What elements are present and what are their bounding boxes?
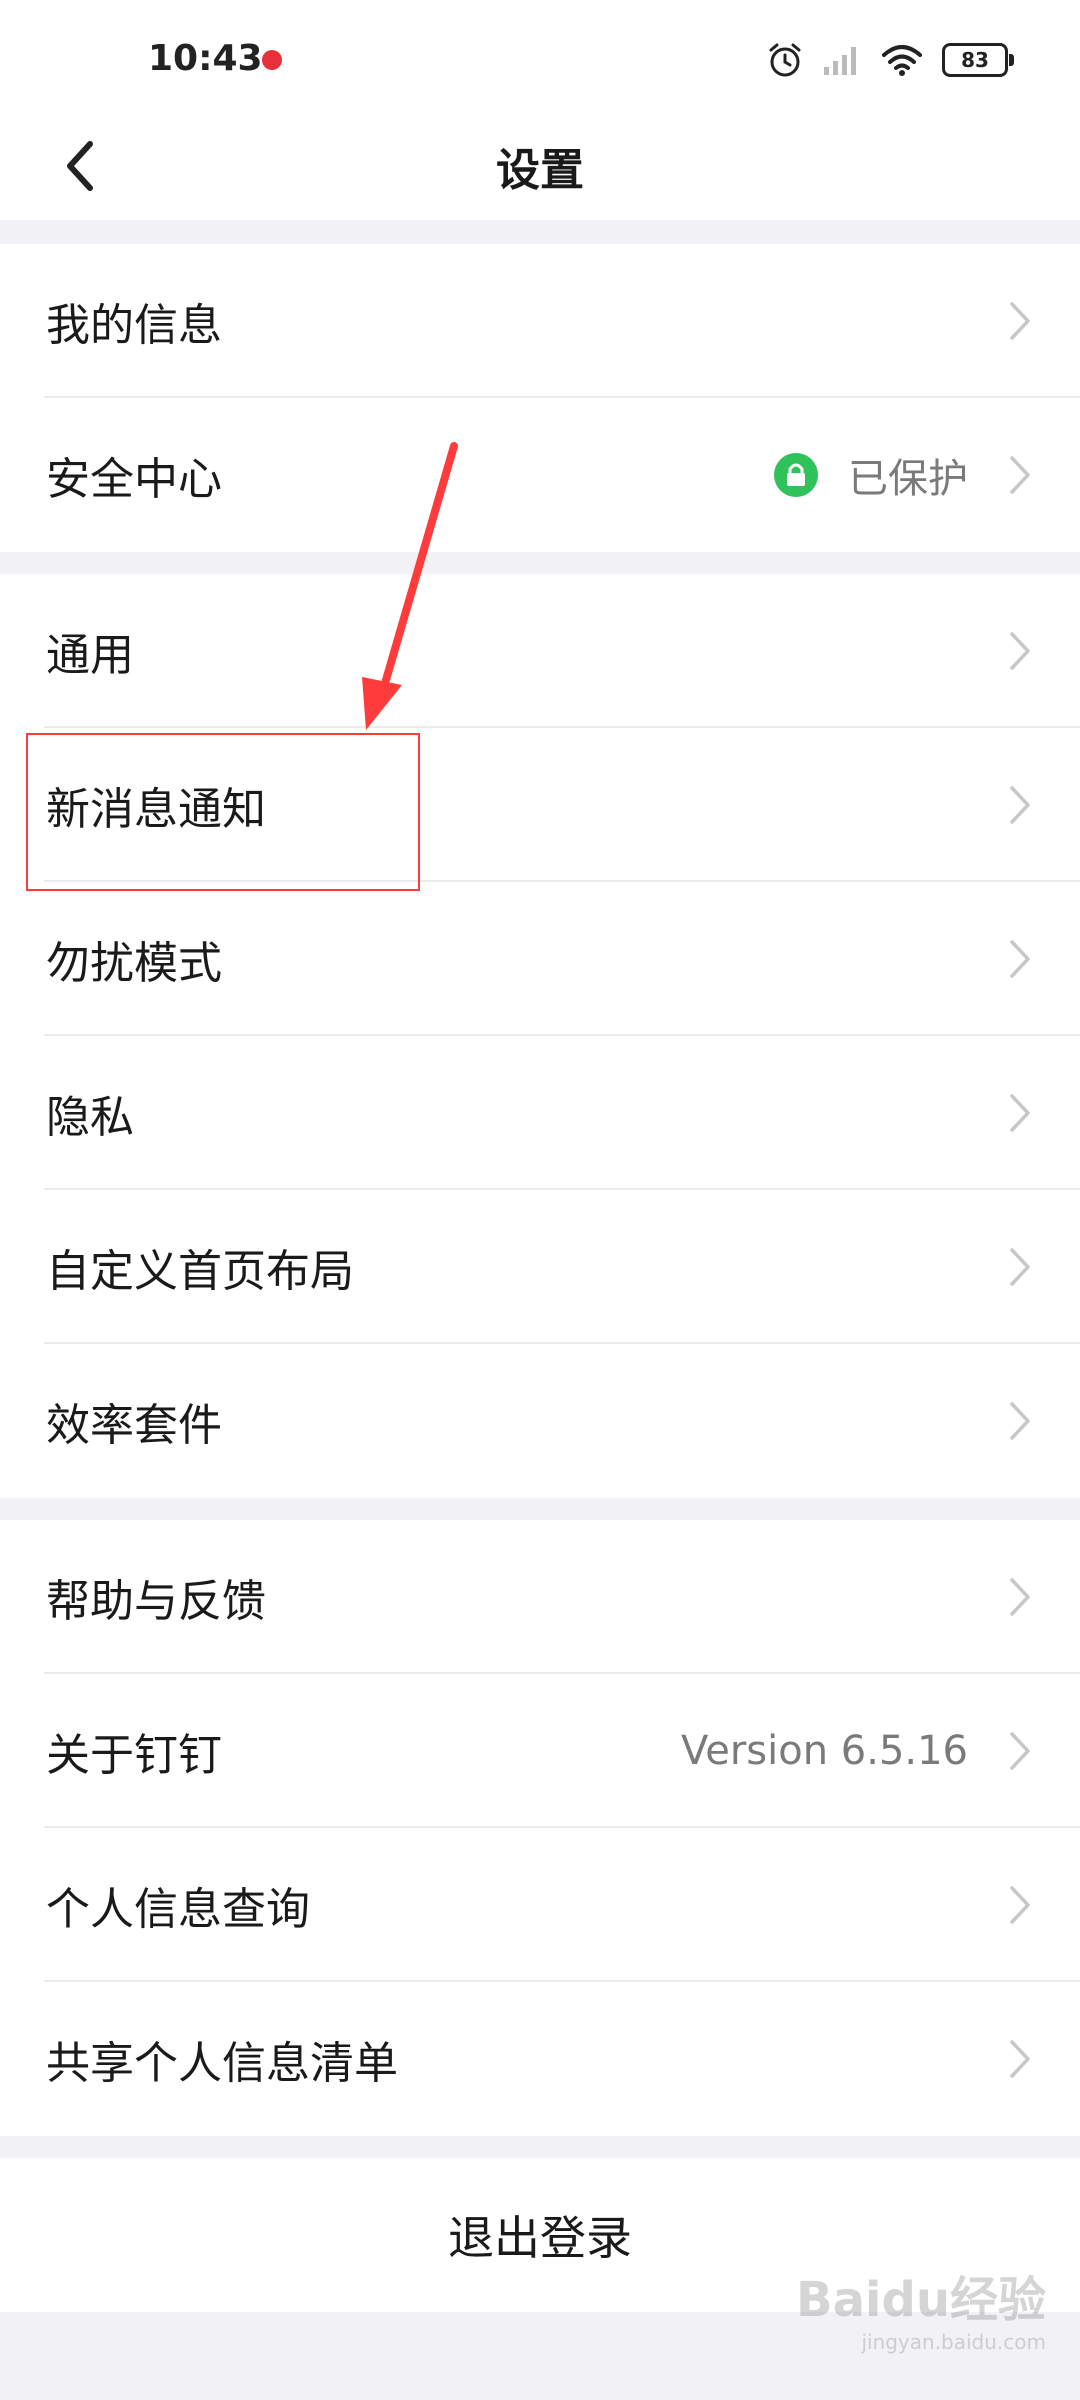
watermark: Baidu经验 jingyan.baidu.com xyxy=(796,2260,1046,2354)
row-label: 隐私 xyxy=(46,1092,134,1143)
alarm-icon xyxy=(769,43,801,77)
row-label: 勿扰模式 xyxy=(46,938,222,989)
chevron-right-icon xyxy=(1010,632,1030,670)
status-time: 10:43 xyxy=(148,38,263,79)
settings-group-account: 我的信息 安全中心 已保护 xyxy=(0,244,1080,552)
status-bar: 10:43 83 xyxy=(0,0,1080,110)
notification-dot-icon xyxy=(262,50,282,70)
row-label: 效率套件 xyxy=(46,1400,222,1451)
wifi-icon xyxy=(882,45,922,76)
row-label: 共享个人信息清单 xyxy=(46,2038,398,2089)
chevron-right-icon xyxy=(1010,940,1030,978)
chevron-right-icon xyxy=(1010,302,1030,340)
row-personal-info-query[interactable]: 个人信息查询 xyxy=(0,1828,1080,1982)
security-status: 已保护 xyxy=(848,456,968,502)
chevron-right-icon xyxy=(1010,1094,1030,1132)
battery-level: 83 xyxy=(961,48,989,72)
row-about-dingtalk[interactable]: 关于钉钉 Version 6.5.16 xyxy=(0,1674,1080,1828)
row-label: 通用 xyxy=(46,630,134,681)
chevron-right-icon xyxy=(1010,1402,1030,1440)
row-privacy[interactable]: 隐私 xyxy=(0,1036,1080,1190)
status-icons: 83 xyxy=(766,38,1014,82)
chevron-right-icon xyxy=(1010,786,1030,824)
chevron-right-icon xyxy=(1010,1886,1030,1924)
settings-group-about: 帮助与反馈 关于钉钉 Version 6.5.16 个人信息查询 共享个人信息清… xyxy=(0,1520,1080,2136)
lock-icon xyxy=(774,453,818,497)
version-label: Version 6.5.16 xyxy=(680,1728,968,1774)
chevron-right-icon xyxy=(1010,1732,1030,1770)
page-title: 设置 xyxy=(496,145,584,196)
settings-group-main: 通用 新消息通知 勿扰模式 隐私 自定义首页布局 效率套件 xyxy=(0,574,1080,1498)
row-my-info[interactable]: 我的信息 xyxy=(0,244,1080,398)
chevron-right-icon xyxy=(1010,456,1030,494)
battery-icon: 83 xyxy=(942,43,1014,77)
watermark-main: Baidu经验 xyxy=(796,2272,1046,2328)
annotation-highlight-box xyxy=(26,733,420,891)
row-label: 个人信息查询 xyxy=(46,1884,310,1935)
row-general[interactable]: 通用 xyxy=(0,574,1080,728)
row-help-feedback[interactable]: 帮助与反馈 xyxy=(0,1520,1080,1674)
row-label: 我的信息 xyxy=(46,300,222,351)
row-security-center[interactable]: 安全中心 已保护 xyxy=(0,398,1080,552)
chevron-right-icon xyxy=(1010,1248,1030,1286)
chevron-right-icon xyxy=(1010,1578,1030,1616)
watermark-sub: jingyan.baidu.com xyxy=(861,2330,1046,2354)
row-label: 关于钉钉 xyxy=(46,1730,222,1781)
signal-icon xyxy=(824,47,856,75)
chevron-right-icon xyxy=(1010,2040,1030,2078)
row-label: 自定义首页布局 xyxy=(46,1246,354,1297)
row-shared-info-list[interactable]: 共享个人信息清单 xyxy=(0,1982,1080,2136)
nav-bar: 设置 xyxy=(0,110,1080,220)
row-do-not-disturb[interactable]: 勿扰模式 xyxy=(0,882,1080,1036)
row-custom-home-layout[interactable]: 自定义首页布局 xyxy=(0,1190,1080,1344)
row-label: 帮助与反馈 xyxy=(46,1576,266,1627)
row-efficiency-suite[interactable]: 效率套件 xyxy=(0,1344,1080,1498)
row-label: 安全中心 xyxy=(46,454,222,505)
logout-label: 退出登录 xyxy=(448,2211,632,2265)
